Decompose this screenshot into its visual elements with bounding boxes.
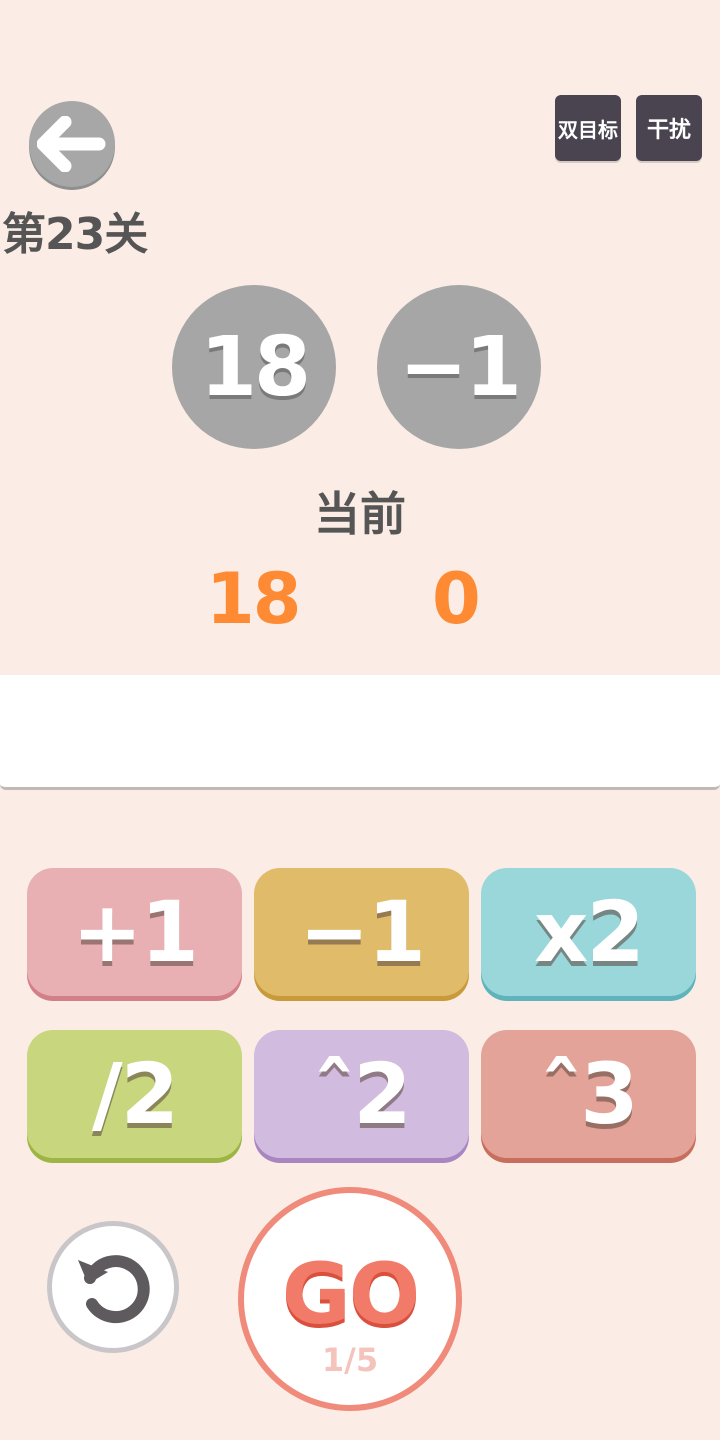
interference-tag: 干扰	[636, 95, 702, 161]
go-label: GO	[281, 1245, 420, 1343]
op-divide-two-button[interactable]: /2	[27, 1030, 242, 1158]
undo-icon	[78, 1255, 150, 1324]
target-circle-1: 18	[172, 285, 336, 449]
target-circle-2: −1	[377, 285, 541, 449]
current-value-2: 0	[432, 558, 481, 640]
operation-display	[0, 675, 720, 790]
dual-target-tag: 双目标	[555, 95, 621, 161]
op-square-button[interactable]: ˆ2	[254, 1030, 469, 1158]
arrow-left-icon	[37, 116, 106, 172]
op-minus-one-button[interactable]: −1	[254, 868, 469, 996]
current-value-1: 18	[206, 558, 301, 640]
go-step-counter: 1/5	[321, 1341, 379, 1379]
op-times-two-button[interactable]: x2	[481, 868, 696, 996]
go-button[interactable]: GO 1/5	[238, 1187, 462, 1411]
op-plus-one-button[interactable]: +1	[27, 868, 242, 996]
reset-button[interactable]	[47, 1221, 179, 1353]
back-button[interactable]	[29, 101, 115, 187]
level-title: 第23关	[2, 209, 148, 260]
current-label: 当前	[314, 487, 406, 541]
op-cube-button[interactable]: ˆ3	[481, 1030, 696, 1158]
